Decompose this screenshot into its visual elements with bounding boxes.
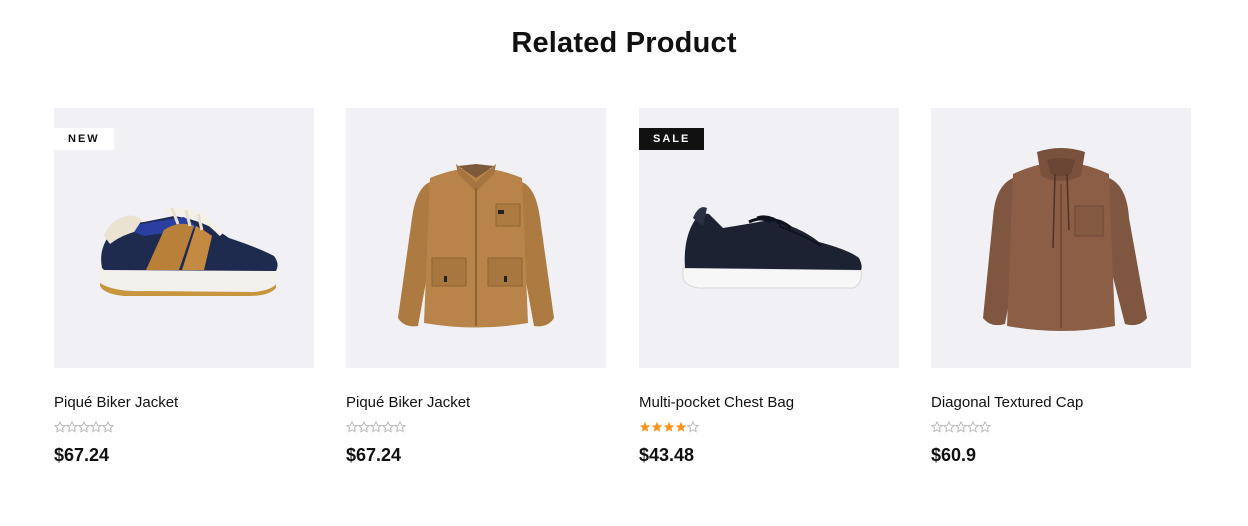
star-empty-icon [931,421,943,433]
star-empty-icon [346,421,358,433]
product-image[interactable]: SALE [639,108,899,368]
product-price: $43.48 [639,445,695,465]
star-empty-icon [382,421,394,433]
star-empty-icon [370,421,382,433]
star-filled-icon [663,421,675,433]
star-filled-icon [651,421,663,433]
rating-stars [54,421,314,435]
star-empty-icon [687,421,699,433]
product-image[interactable] [931,108,1191,368]
product-name[interactable]: Piqué Biker Jacket [346,394,606,412]
product-card[interactable]: Piqué Biker Jacket $67.24 [346,108,606,466]
product-card[interactable]: Diagonal Textured Cap $60.9 [931,108,1191,466]
star-empty-icon [102,421,114,433]
section-title: Related Product [511,27,737,59]
star-empty-icon [943,421,955,433]
rating-stars [931,421,1191,435]
star-empty-icon [90,421,102,433]
product-image[interactable] [346,108,606,368]
product-price: $60.9 [931,445,977,465]
product-name[interactable]: Multi-pocket Chest Bag [639,394,899,412]
new-badge: NEW [54,128,114,150]
star-empty-icon [955,421,967,433]
product-card[interactable]: NEW Piqué Biker Jacket $67.24 [54,108,314,466]
star-empty-icon [979,421,991,433]
hooded-shirt-image [983,148,1147,331]
sale-badge: SALE [639,128,705,150]
rating-stars [346,421,606,435]
star-empty-icon [394,421,406,433]
star-empty-icon [78,421,90,433]
star-empty-icon [66,421,78,433]
star-empty-icon [967,421,979,433]
star-filled-icon [639,421,651,433]
product-price: $67.24 [54,445,110,465]
star-empty-icon [358,421,370,433]
product-name[interactable]: Diagonal Textured Cap [931,394,1191,412]
product-price: $67.24 [346,445,402,465]
rating-stars [639,421,899,435]
star-empty-icon [54,421,66,433]
jacket-image [398,164,554,328]
product-card[interactable]: SALE Multi-pocket Chest Bag $43.48 [639,108,899,466]
product-image[interactable]: NEW [54,108,314,368]
star-filled-icon [675,421,687,433]
product-name[interactable]: Piqué Biker Jacket [54,394,314,412]
